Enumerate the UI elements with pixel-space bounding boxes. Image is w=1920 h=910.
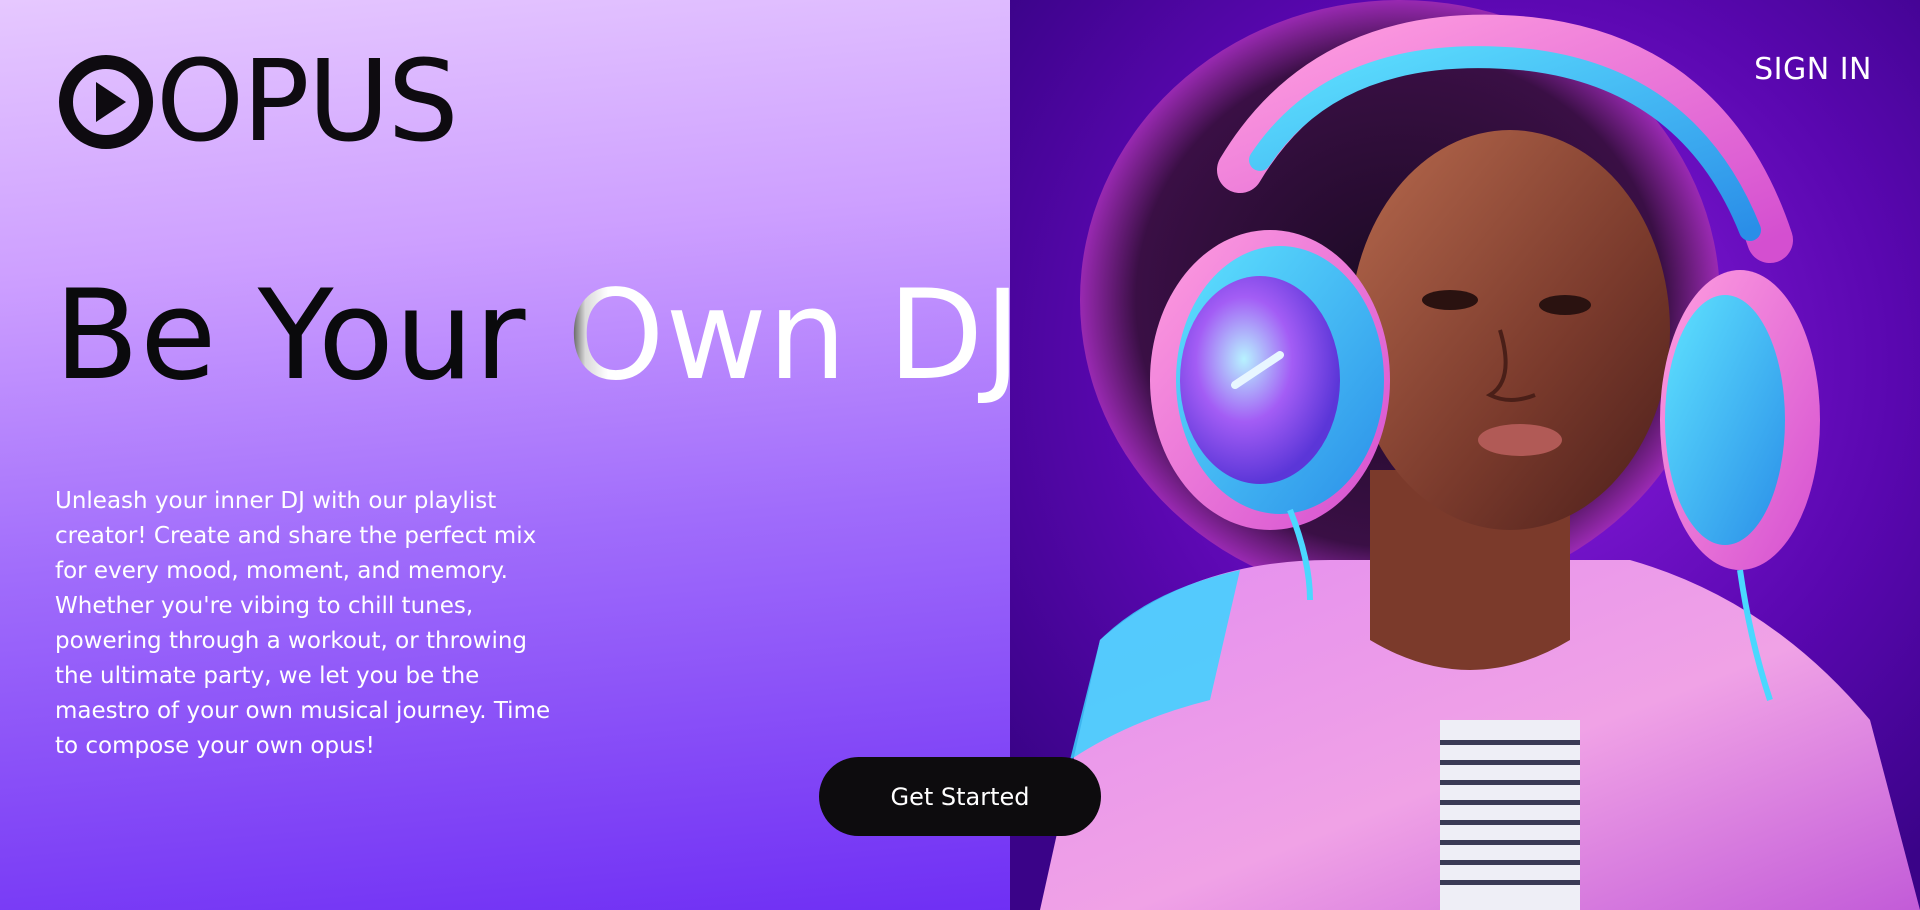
hero-description: Unleash your inner DJ with our playlist … [55, 488, 551, 759]
landing-page: OPUS SIGN IN Be Your Own DJ Unleash your… [0, 0, 1920, 910]
sign-in-button[interactable]: SIGN IN [1754, 52, 1872, 87]
headline-dark-text: Be Your [54, 264, 567, 408]
brand-logo[interactable]: OPUS [58, 37, 459, 167]
hero-headline: Be Your Own DJ [54, 268, 1022, 404]
get-started-button[interactable]: Get Started [819, 757, 1101, 836]
brand-name: OPUS [156, 37, 459, 167]
dj-headphones-illustration [1010, 0, 1920, 910]
play-circle-icon [59, 55, 153, 149]
hero-photo [1010, 0, 1920, 910]
headline-light-text: Own DJ [566, 264, 1022, 408]
